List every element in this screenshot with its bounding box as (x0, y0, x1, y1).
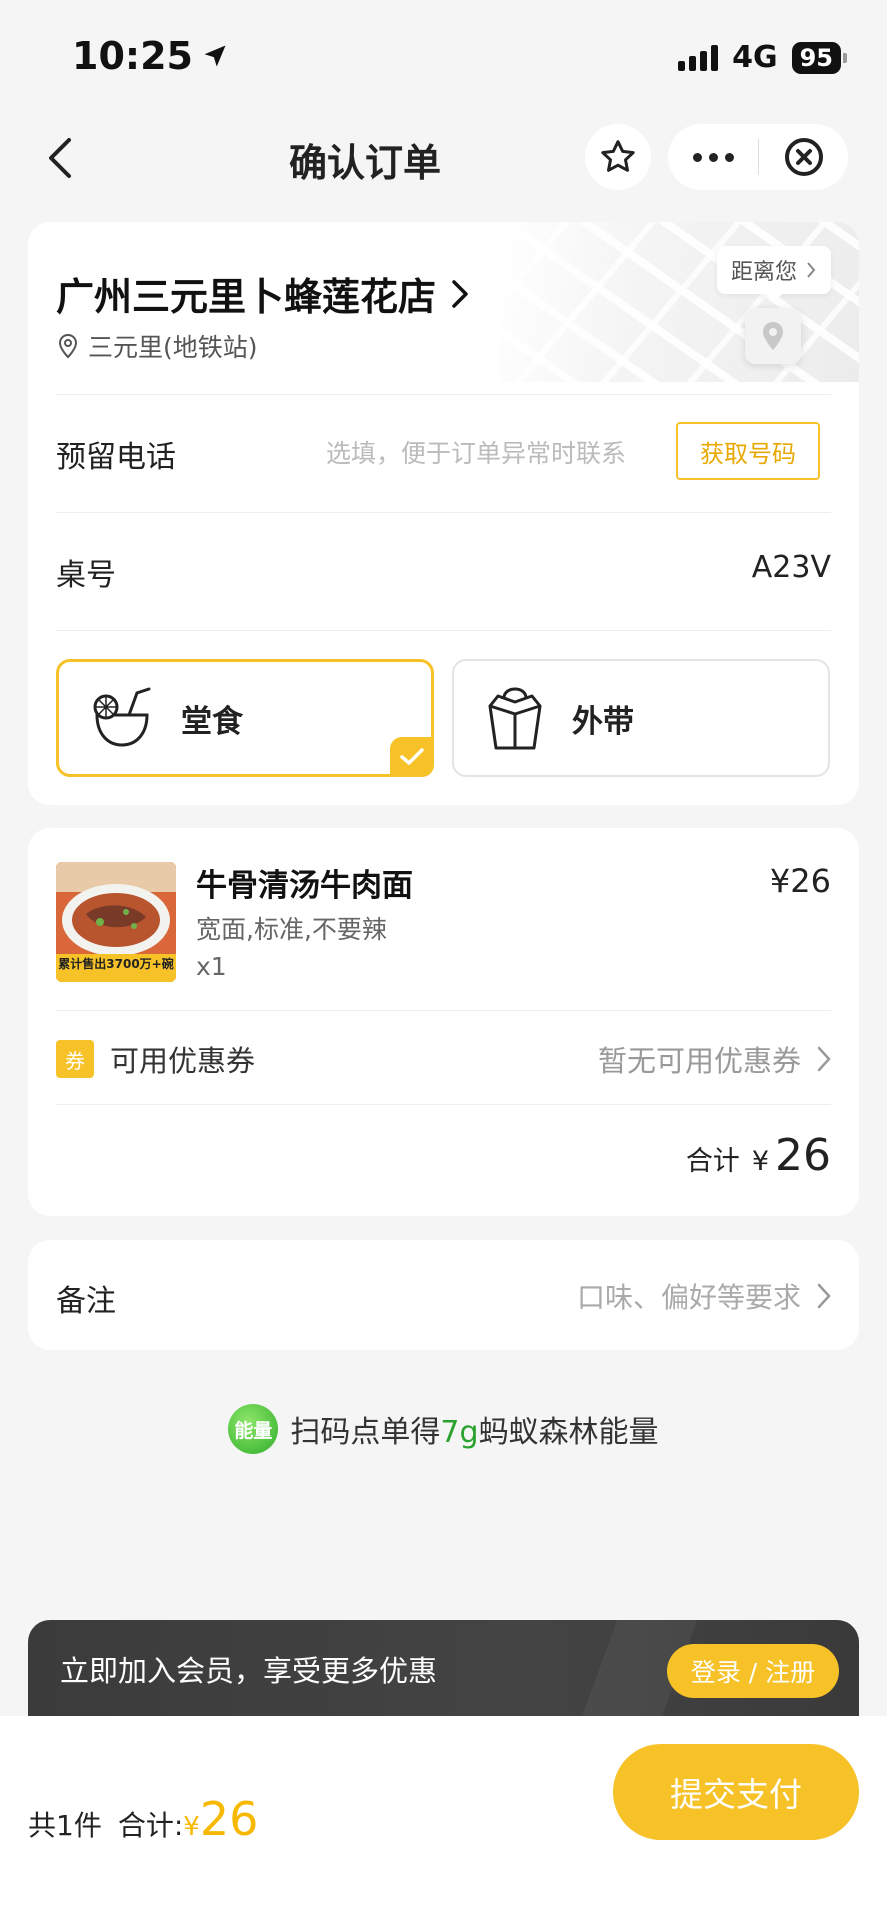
coupon-label: 可用优惠券 (110, 1044, 256, 1078)
checkmark-icon (390, 737, 434, 777)
table-number: A23V (751, 550, 831, 585)
status-time: 10:25 (72, 34, 193, 78)
divider (56, 394, 831, 395)
subtotal: 合计 ¥ 26 (686, 1130, 831, 1181)
sum-amount: 26 (199, 1792, 259, 1846)
sum-label: 合计: (117, 1809, 184, 1842)
network-type: 4G (732, 40, 778, 75)
dine-in-option[interactable]: 堂食 (56, 659, 434, 777)
star-icon (601, 140, 635, 172)
map-pin-icon (745, 308, 801, 364)
energy-amount: 7g (440, 1415, 479, 1450)
store-card: 距离您 广州三元里卜蜂莲花店 三元里(地铁站) 预留电话 选填，便于订单异常时联… (28, 222, 859, 805)
dine-in-label: 堂食 (181, 703, 243, 740)
battery-icon: 95 (791, 41, 847, 74)
login-register-button[interactable]: 登录 / 注册 (667, 1644, 839, 1698)
remark-card[interactable]: 备注 口味、偏好等要求 (28, 1240, 859, 1350)
order-item-card: 累计售出3700万+碗 牛骨清汤牛肉面 宽面,标准,不要辣 x1 ¥26 券 可… (28, 828, 859, 1216)
coupon-value: 暂无可用优惠券 (597, 1044, 801, 1078)
item-price: ¥26 (769, 862, 831, 900)
store-map[interactable]: 距离您 (499, 222, 859, 382)
chevron-right-icon (817, 1046, 831, 1072)
takeaway-option[interactable]: 外带 (452, 659, 830, 777)
submit-payment-button[interactable]: 提交支付 (613, 1744, 859, 1840)
item-spec: 宽面,标准,不要辣 (196, 915, 387, 944)
nav-bar: 确认订单 (0, 120, 887, 196)
location-pin-icon (58, 333, 78, 359)
more-button[interactable] (668, 124, 758, 190)
chevron-right-icon (817, 1283, 831, 1309)
coconut-drink-icon (93, 687, 151, 747)
divider (56, 512, 831, 513)
item-count: 共1件 (28, 1809, 102, 1842)
forest-energy-notice: 能量 扫码点单得7g蚂蚁森林能量 (0, 1404, 887, 1454)
divider (56, 1104, 831, 1105)
takeaway-label: 外带 (572, 703, 634, 740)
more-dot-icon (692, 152, 702, 162)
mini-program-capsule (668, 124, 848, 190)
order-summary: 共1件 合计:¥26 (28, 1792, 258, 1846)
member-banner: 立即加入会员，享受更多优惠 登录 / 注册 (28, 1620, 859, 1720)
subtotal-label: 合计 (685, 1146, 740, 1177)
distance-tag: 距离您 (716, 246, 831, 302)
item-quantity: x1 (196, 952, 227, 981)
favorite-button[interactable] (585, 124, 651, 190)
coupon-icon: 券 (56, 1040, 94, 1078)
phone-label: 预留电话 (56, 440, 176, 475)
close-circle-icon (784, 138, 823, 176)
checkout-bar: 共1件 合计:¥26 提交支付 (0, 1716, 887, 1920)
remark-label: 备注 (56, 1284, 116, 1319)
item-image: 累计售出3700万+碗 (56, 862, 176, 982)
store-name: 广州三元里卜蜂莲花店 (56, 275, 437, 319)
energy-suffix: 蚂蚁森林能量 (478, 1415, 659, 1450)
coupon-selector[interactable]: 暂无可用优惠券 (598, 1038, 831, 1080)
energy-icon: 能量 (228, 1404, 279, 1454)
chevron-right-icon (807, 262, 816, 278)
member-promo-text: 立即加入会员，享受更多优惠 (60, 1654, 438, 1688)
subtotal-currency: ¥ (751, 1146, 769, 1177)
close-button[interactable] (759, 124, 848, 190)
item-image-caption: 累计售出3700万+碗 (58, 957, 174, 971)
get-phone-button[interactable]: 获取号码 (676, 422, 820, 480)
item-name: 牛骨清汤牛肉面 (196, 868, 413, 904)
signal-icon (678, 44, 719, 71)
divider (56, 630, 831, 631)
energy-prefix: 扫码点单得 (290, 1415, 441, 1450)
table-label: 桌号 (56, 558, 116, 593)
takeaway-box-icon (488, 687, 542, 750)
remark-placeholder: 口味、偏好等要求 (576, 1281, 801, 1314)
location-arrow-icon (204, 45, 226, 67)
battery-level: 95 (791, 41, 841, 74)
sum-currency: ¥ (183, 1812, 200, 1842)
chevron-right-icon (452, 279, 468, 308)
divider (56, 1010, 831, 1011)
phone-input[interactable]: 选填，便于订单异常时联系 (326, 434, 626, 470)
remark-input[interactable]: 口味、偏好等要求 (577, 1276, 831, 1316)
store-location: 三元里(地铁站) (56, 328, 258, 364)
store-name-link[interactable]: 广州三元里卜蜂莲花店 (56, 266, 470, 321)
subtotal-amount: 26 (775, 1130, 831, 1181)
status-bar: 10:25 4G 95 (0, 0, 887, 110)
